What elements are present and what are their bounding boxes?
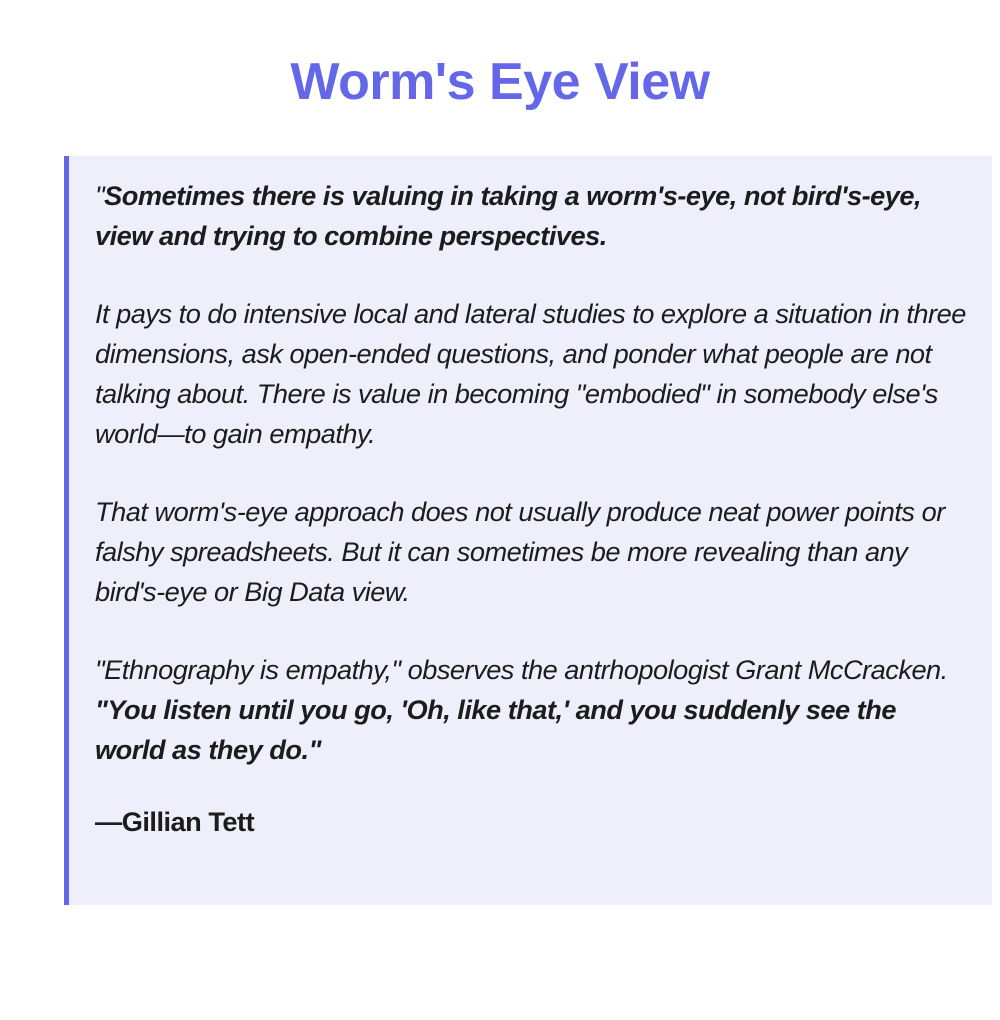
page-title: Worm's Eye View xyxy=(290,53,710,111)
quote-closing-emphasis: "You listen until you go, 'Oh, like that… xyxy=(95,694,897,765)
attribution-name: Gillian Tett xyxy=(121,806,255,837)
quote-attribution: —Gillian Tett xyxy=(95,802,966,842)
quote-paragraph-3: That worm's-eye approach does not usuall… xyxy=(95,496,945,607)
quote-paragraph-4: "Ethnography is empathy," observes the a… xyxy=(95,650,966,770)
quote-lead-sentence: Sometimes there is valuing in taking a w… xyxy=(95,180,922,251)
quote-paragraph-4-text: "Ethnography is empathy," observes the a… xyxy=(95,654,948,685)
quote-paragraph-1: "Sometimes there is valuing in taking a … xyxy=(95,176,966,256)
attribution-dash: — xyxy=(95,806,122,837)
opening-quote-mark: " xyxy=(95,180,105,211)
quote-paragraph-2: It pays to do intensive local and latera… xyxy=(95,298,966,449)
quote-block: "Sometimes there is valuing in taking a … xyxy=(64,156,992,905)
